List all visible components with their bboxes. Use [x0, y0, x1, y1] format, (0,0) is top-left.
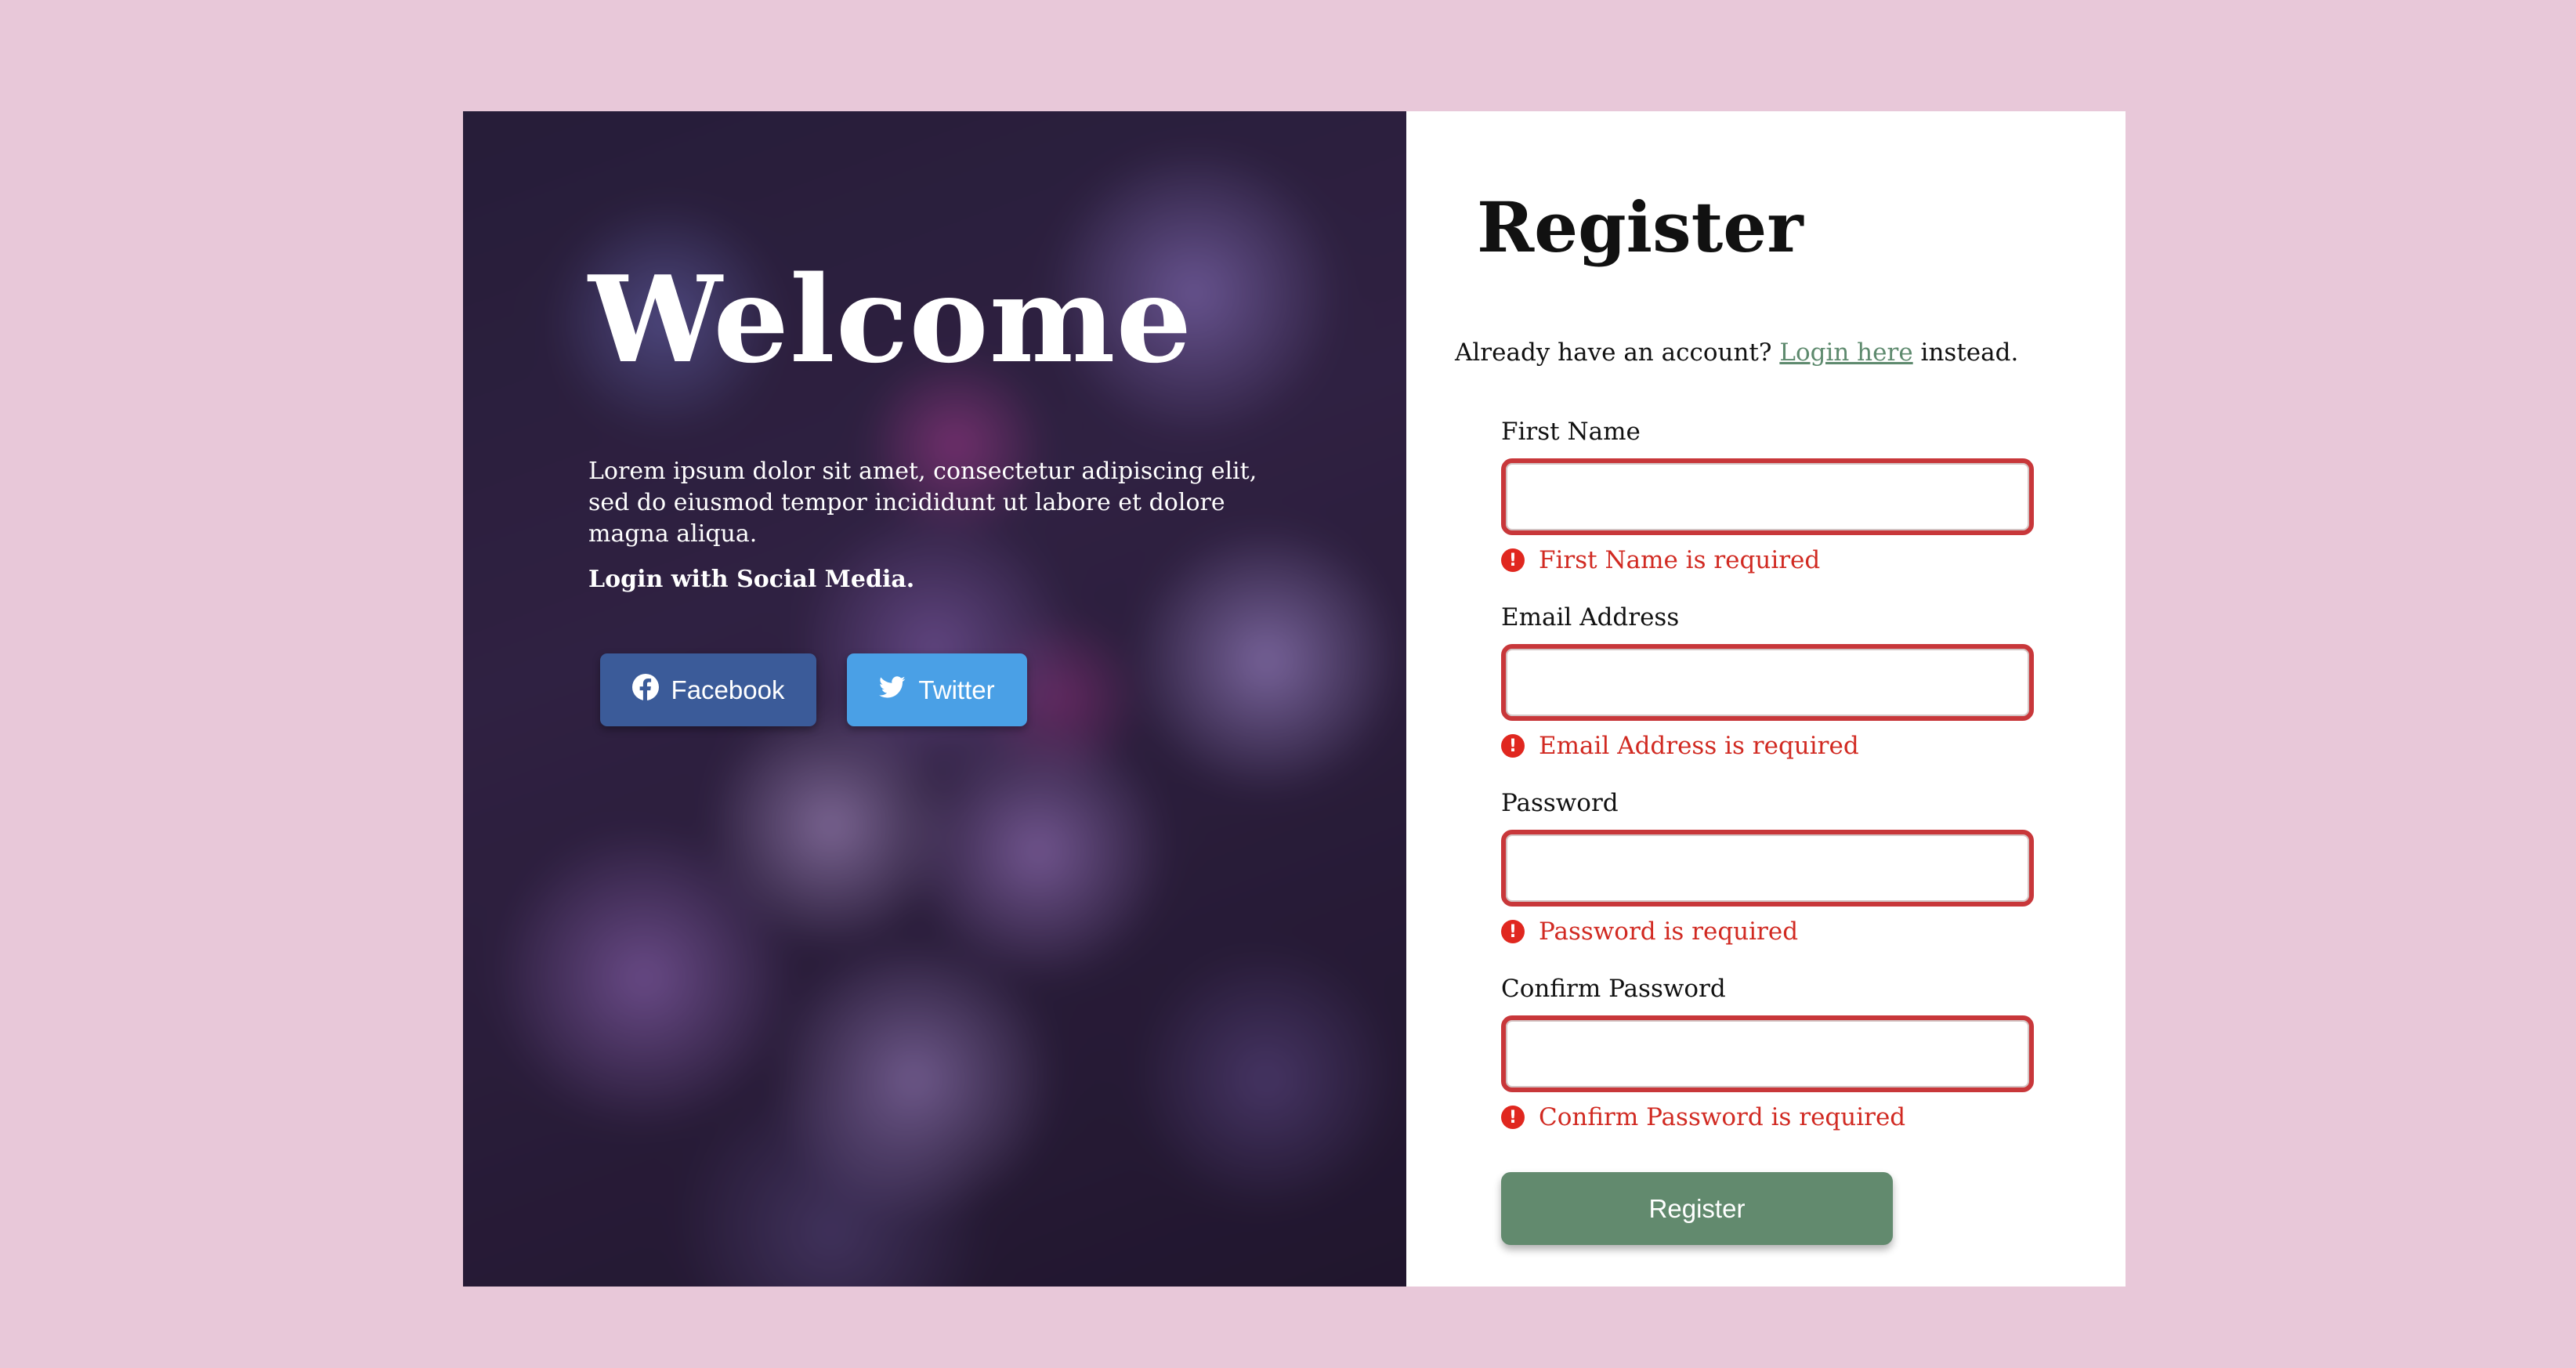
login-link[interactable]: Login here	[1779, 338, 1912, 367]
password-label: Password	[1501, 789, 1619, 817]
register-submit-button[interactable]: Register	[1501, 1172, 1893, 1245]
email-address-input[interactable]	[1501, 644, 2034, 721]
facebook-button-label: Facebook	[671, 675, 785, 704]
confirm-password-input[interactable]	[1501, 1015, 2034, 1092]
register-card: Welcome Lorem ipsum dolor sit amet, cons…	[463, 111, 2126, 1287]
login-prompt-prefix: Already have an account?	[1455, 338, 1772, 367]
login-prompt: Already have an account? Login here inst…	[1455, 338, 2018, 367]
twitter-button-label: Twitter	[918, 675, 995, 704]
exclamation-circle-icon: !	[1501, 548, 1525, 572]
login-prompt-suffix: instead.	[1920, 338, 2019, 367]
password-error: ! Password is required	[1501, 917, 1798, 946]
confirm-password-label: Confirm Password	[1501, 975, 1726, 1003]
twitter-icon	[879, 674, 906, 707]
register-title: Register	[1477, 186, 1804, 268]
exclamation-circle-icon: !	[1501, 920, 1525, 943]
email-address-error: ! Email Address is required	[1501, 732, 1859, 760]
twitter-login-button[interactable]: Twitter	[847, 653, 1027, 726]
password-error-text: Password is required	[1539, 917, 1799, 946]
first-name-error-text: First Name is required	[1539, 546, 1821, 574]
exclamation-circle-icon: !	[1501, 734, 1525, 758]
facebook-icon	[631, 673, 659, 707]
first-name-label: First Name	[1501, 418, 1641, 446]
social-login-prompt: Login with Social Media.	[588, 566, 915, 593]
facebook-login-button[interactable]: Facebook	[600, 653, 816, 726]
password-input[interactable]	[1501, 830, 2034, 907]
email-address-error-text: Email Address is required	[1539, 732, 1859, 760]
welcome-description: Lorem ipsum dolor sit amet, consectetur …	[588, 458, 1257, 548]
welcome-hero: Welcome Lorem ipsum dolor sit amet, cons…	[463, 111, 1406, 1287]
confirm-password-error-text: Confirm Password is required	[1539, 1103, 1906, 1131]
first-name-input[interactable]	[1501, 458, 2034, 535]
email-address-label: Email Address	[1501, 603, 1680, 632]
confirm-password-error: ! Confirm Password is required	[1501, 1103, 1905, 1131]
welcome-title: Welcome	[588, 249, 1193, 389]
register-panel: Register Already have an account? Login …	[1406, 111, 2126, 1287]
exclamation-circle-icon: !	[1501, 1106, 1525, 1129]
first-name-error: ! First Name is required	[1501, 546, 1820, 574]
